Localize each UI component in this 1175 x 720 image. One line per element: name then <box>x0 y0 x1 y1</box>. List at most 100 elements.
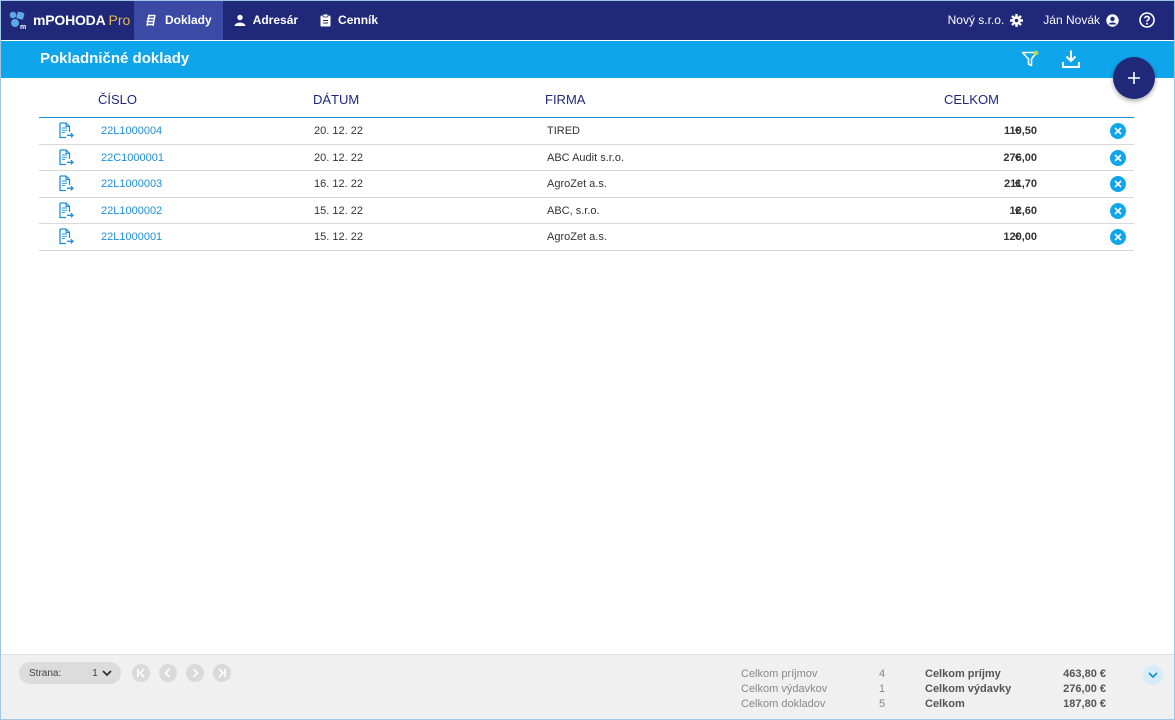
documents-table: ČÍSLO DÁTUM FIRMA CELKOM 22L1000004 20. 1… <box>39 86 1134 251</box>
document-date: 20. 12. 22 <box>314 125 363 137</box>
document-date: 15. 12. 22 <box>314 231 363 243</box>
table-row[interactable]: 22L1000003 16. 12. 22 AgroZet a.s. 211,70 € <box>39 171 1134 198</box>
document-firm: TIRED <box>547 125 580 137</box>
close-icon <box>1114 233 1122 241</box>
column-header-total[interactable]: CELKOM <box>944 92 999 107</box>
expense-sum-label: Celkom výdavky <box>925 683 1012 695</box>
cash-document-icon <box>59 148 74 165</box>
cash-document-icon <box>59 201 74 218</box>
app-name: mPOHODA <box>33 12 106 28</box>
first-page-button[interactable] <box>132 664 150 682</box>
table-header: ČÍSLO DÁTUM FIRMA CELKOM <box>39 86 1134 118</box>
cash-document-icon <box>59 175 74 192</box>
delete-button[interactable] <box>1110 149 1126 166</box>
delete-button[interactable] <box>1110 123 1126 139</box>
clipboard-icon <box>320 13 331 26</box>
total-label: Celkom <box>925 698 965 710</box>
table-row[interactable]: 22L1000001 15. 12. 22 AgroZet a.s. 120,00 € <box>39 224 1134 251</box>
next-page-button[interactable] <box>186 664 204 682</box>
delete-button[interactable] <box>1110 176 1126 192</box>
main-nav: Doklady Adresár Cenník <box>134 0 389 40</box>
document-date: 15. 12. 22 <box>314 204 363 217</box>
column-header-firm[interactable]: FIRMA <box>545 92 585 107</box>
table-row[interactable]: 22L1000002 15. 12. 22 ABC, s.r.o. 12,60 € <box>39 198 1134 224</box>
document-number-link[interactable]: 22L1000003 <box>101 178 162 190</box>
cash-document-icon <box>59 228 74 245</box>
document-number-link[interactable]: 22C1000001 <box>101 152 164 164</box>
cash-document-icon <box>59 122 74 139</box>
user-account-icon[interactable] <box>1106 13 1119 27</box>
filter-icon[interactable] <box>1021 50 1039 73</box>
income-count-label: Celkom príjmov <box>741 668 818 680</box>
table-body: 22L1000004 20. 12. 22 TIRED 119,50 €22C10000… <box>39 118 1134 251</box>
page-title: Pokladničné doklady <box>40 50 190 67</box>
currency-symbol: € <box>1015 125 1022 137</box>
chevron-left-icon <box>164 668 171 678</box>
doc-count-label: Celkom dokladov <box>741 698 826 710</box>
delete-button[interactable] <box>1110 229 1126 245</box>
close-icon <box>1114 127 1122 135</box>
document-firm: ABC Audit s.r.o. <box>547 151 625 164</box>
nav-item-cennik[interactable]: Cenník <box>309 0 389 40</box>
delete-button[interactable] <box>1110 202 1126 219</box>
last-page-button[interactable] <box>213 664 231 682</box>
expense-count-value: 1 <box>879 683 886 695</box>
company-name[interactable]: Nový s.r.o. <box>948 13 1005 27</box>
gear-icon[interactable] <box>1010 13 1024 27</box>
document-amount: 12,60 <box>1009 204 1037 217</box>
chevron-down-icon <box>1148 672 1158 679</box>
person-icon <box>234 14 246 26</box>
nav-item-adresar[interactable]: Adresár <box>223 0 309 40</box>
top-navigation-bar: m mPOHODA Pro Doklady Adresár Cenník Nov… <box>0 0 1175 40</box>
last-page-icon <box>218 668 226 678</box>
close-icon <box>1114 180 1122 188</box>
currency-symbol: € <box>1015 231 1022 243</box>
nav-item-doklady[interactable]: Doklady <box>134 0 223 40</box>
document-date: 20. 12. 22 <box>314 151 363 164</box>
nav-item-label: Adresár <box>252 13 299 27</box>
document-number-link[interactable]: 22L1000002 <box>101 205 162 217</box>
user-name[interactable]: Ján Novák <box>1043 13 1100 27</box>
download-icon[interactable] <box>1061 49 1081 74</box>
table-row[interactable]: 22L1000004 20. 12. 22 TIRED 119,50 € <box>39 118 1134 145</box>
app-edition: Pro <box>108 12 131 28</box>
document-firm: AgroZet a.s. <box>547 231 607 243</box>
income-sum-value: 463,80 € <box>1063 668 1106 680</box>
close-icon <box>1114 153 1122 162</box>
document-number-link[interactable]: 22L1000004 <box>101 125 162 137</box>
document-firm: ABC, s.r.o. <box>547 204 600 217</box>
document-firm: AgroZet a.s. <box>547 178 607 190</box>
svg-text:m: m <box>20 24 26 30</box>
column-header-number[interactable]: ČÍSLO <box>98 92 137 107</box>
receipts-icon <box>146 14 156 26</box>
page-select[interactable]: Strana: 1 <box>19 662 121 684</box>
chevron-right-icon <box>192 668 199 678</box>
page-title-bar: Pokladničné doklady <box>0 41 1175 78</box>
expense-sum-value: 276,00 € <box>1063 683 1106 695</box>
currency-symbol: € <box>1015 151 1022 164</box>
currency-symbol: € <box>1015 204 1022 217</box>
plus-icon <box>1128 72 1140 84</box>
chevron-down-icon <box>102 670 112 677</box>
first-page-icon <box>137 668 145 678</box>
document-number-link[interactable]: 22L1000001 <box>101 231 162 243</box>
column-header-date[interactable]: DÁTUM <box>313 92 359 107</box>
nav-item-label: Doklady <box>165 13 212 27</box>
page-label: Strana: <box>29 667 62 679</box>
income-count-value: 4 <box>879 668 886 680</box>
collapse-summary-button[interactable] <box>1143 665 1163 685</box>
previous-page-button[interactable] <box>159 664 177 682</box>
document-date: 16. 12. 22 <box>314 178 363 190</box>
close-icon <box>1114 206 1122 215</box>
page-value: 1 <box>92 667 98 679</box>
doc-count-value: 5 <box>879 698 886 710</box>
top-right-area: Nový s.r.o. Ján Novák <box>948 0 1175 40</box>
table-row[interactable]: 22C1000001 20. 12. 22 ABC Audit s.r.o. 276,… <box>39 145 1134 171</box>
nav-item-label: Cenník <box>338 13 379 27</box>
footer-bar: Strana: 1 Celkom príjmov 4 Celkom výdavk… <box>0 654 1175 720</box>
expense-count-label: Celkom výdavkov <box>741 683 828 695</box>
total-value: 187,80 € <box>1063 698 1106 710</box>
currency-symbol: € <box>1015 178 1022 190</box>
brand[interactable]: m mPOHODA Pro <box>0 0 134 40</box>
help-icon[interactable] <box>1139 12 1155 28</box>
